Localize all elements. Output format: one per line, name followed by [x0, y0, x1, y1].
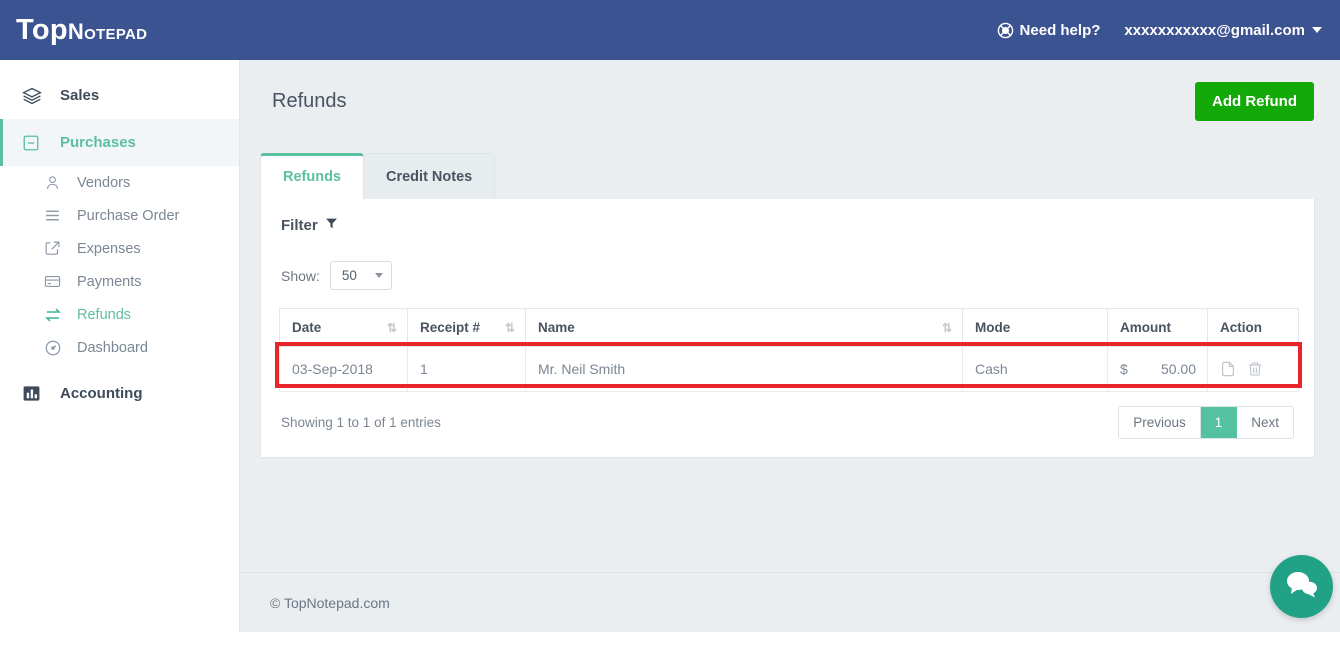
currency-symbol: $ [1120, 361, 1128, 377]
sidebar-item-purchase-order[interactable]: Purchase Order [0, 199, 239, 232]
gauge-icon [44, 339, 77, 357]
file-icon[interactable] [1220, 360, 1236, 378]
main-content: Refunds Add Refund Refunds Credit Notes … [240, 60, 1340, 660]
header-right-controls: Need help? xxxxxxxxxxx@gmail.com [997, 22, 1326, 39]
cell-amount: $ 50.00 [1108, 347, 1208, 392]
sidebar-sub-label: Refunds [77, 307, 131, 323]
credit-card-icon [44, 273, 77, 290]
column-label: Date [292, 320, 321, 335]
show-entries-row: Show: 50 [279, 261, 1296, 290]
funnel-icon [325, 217, 338, 234]
column-label: Receipt # [420, 320, 480, 335]
sidebar-sub-label: Purchase Order [77, 208, 179, 224]
user-account-menu[interactable]: xxxxxxxxxxx@gmail.com [1124, 22, 1322, 39]
bar-chart-icon [22, 384, 60, 403]
exchange-icon [44, 306, 77, 324]
tab-credit-notes[interactable]: Credit Notes [363, 153, 495, 199]
sidebar-sub-label: Payments [77, 274, 141, 290]
column-label: Mode [975, 320, 1010, 335]
column-label: Name [538, 320, 575, 335]
show-entries-value: 50 [342, 268, 357, 283]
column-label: Action [1220, 320, 1262, 335]
column-header-name[interactable]: Name ⇅ [526, 309, 963, 347]
refunds-card: Filter Show: 50 [260, 199, 1315, 458]
column-header-receipt[interactable]: Receipt # ⇅ [408, 309, 526, 347]
page-footer: © TopNotepad.com [240, 572, 1340, 632]
sidebar-sub-label: Expenses [77, 241, 141, 257]
sidebar-item-expenses[interactable]: Expenses [0, 232, 239, 265]
trash-icon[interactable] [1247, 360, 1263, 378]
chat-support-button[interactable] [1270, 555, 1333, 618]
amount-value: 50.00 [1161, 361, 1196, 377]
sidebar-item-dashboard[interactable]: Dashboard [0, 331, 239, 364]
page-header: Refunds Add Refund [240, 60, 1340, 121]
column-header-amount[interactable]: Amount [1108, 309, 1208, 347]
sidebar-item-refunds[interactable]: Refunds [0, 298, 239, 331]
column-header-action: Action [1208, 309, 1299, 347]
sidebar-sub-label: Vendors [77, 175, 130, 191]
table-row[interactable]: 03-Sep-2018 1 Mr. Neil Smith Cash $ 50.0… [280, 347, 1299, 392]
table-header-row: Date ⇅ Receipt # ⇅ Name [280, 309, 1299, 347]
refunds-table: Date ⇅ Receipt # ⇅ Name [279, 308, 1299, 392]
bottom-strip [0, 632, 1340, 660]
sidebar-nav: Sales Purchases Vendors Purchase [0, 60, 240, 660]
cell-actions [1208, 347, 1299, 392]
show-entries-select[interactable]: 50 [330, 261, 392, 290]
sidebar-item-vendors[interactable]: Vendors [0, 166, 239, 199]
pagination-page-1[interactable]: 1 [1201, 407, 1238, 438]
cell-date: 03-Sep-2018 [280, 347, 408, 392]
sidebar-item-sales[interactable]: Sales [0, 72, 239, 119]
chevron-down-icon [375, 273, 383, 278]
sort-icon[interactable]: ⇅ [387, 322, 396, 334]
pagination-next[interactable]: Next [1237, 407, 1293, 438]
list-icon [44, 207, 77, 224]
chevron-down-icon [1312, 27, 1322, 33]
column-header-date[interactable]: Date ⇅ [280, 309, 408, 347]
sidebar-item-purchases[interactable]: Purchases [0, 119, 239, 166]
share-icon [44, 240, 77, 257]
lifebuoy-icon [997, 22, 1014, 39]
minus-square-icon [22, 134, 60, 152]
need-help-button[interactable]: Need help? [997, 22, 1101, 39]
sort-icon[interactable]: ⇅ [942, 322, 951, 334]
page-title: Refunds [272, 90, 347, 113]
tab-refunds[interactable]: Refunds [260, 153, 364, 199]
pagination: Previous 1 Next [1118, 406, 1294, 439]
cell-mode: Cash [963, 347, 1108, 392]
need-help-label: Need help? [1020, 22, 1101, 39]
show-label: Show: [281, 268, 320, 284]
sidebar-item-payments[interactable]: Payments [0, 265, 239, 298]
column-label: Amount [1120, 320, 1171, 335]
copyright-text: © TopNotepad.com [270, 595, 390, 611]
filter-label: Filter [281, 217, 318, 234]
cell-name: Mr. Neil Smith [526, 347, 963, 392]
entries-info: Showing 1 to 1 of 1 entries [281, 415, 441, 430]
sort-icon[interactable]: ⇅ [505, 322, 514, 334]
layers-icon [22, 86, 60, 106]
add-refund-button[interactable]: Add Refund [1195, 82, 1314, 121]
sidebar-sub-label: Dashboard [77, 340, 148, 356]
user-icon [44, 174, 77, 191]
table-container: Date ⇅ Receipt # ⇅ Name [279, 308, 1296, 392]
sidebar-item-accounting[interactable]: Accounting [0, 370, 239, 417]
chat-bubbles-icon [1285, 569, 1319, 604]
app-logo[interactable]: TopNotepad [14, 16, 147, 45]
user-email-label: xxxxxxxxxxx@gmail.com [1124, 22, 1305, 39]
logo-top-text: Top [16, 14, 68, 46]
tab-bar: Refunds Credit Notes [260, 153, 1340, 199]
cell-receipt: 1 [408, 347, 526, 392]
column-header-mode[interactable]: Mode [963, 309, 1108, 347]
top-header-bar: TopNotepad Need help? xxxxxxxxxxx@gmail.… [0, 0, 1340, 60]
logo-notepad-text: Notepad [68, 19, 147, 44]
filter-toggle[interactable]: Filter [279, 217, 338, 234]
sidebar-item-label: Purchases [60, 134, 136, 151]
table-footer: Showing 1 to 1 of 1 entries Previous 1 N… [279, 406, 1296, 439]
pagination-previous[interactable]: Previous [1119, 407, 1201, 438]
sidebar-item-label: Accounting [60, 385, 143, 402]
sidebar-item-label: Sales [60, 87, 99, 104]
